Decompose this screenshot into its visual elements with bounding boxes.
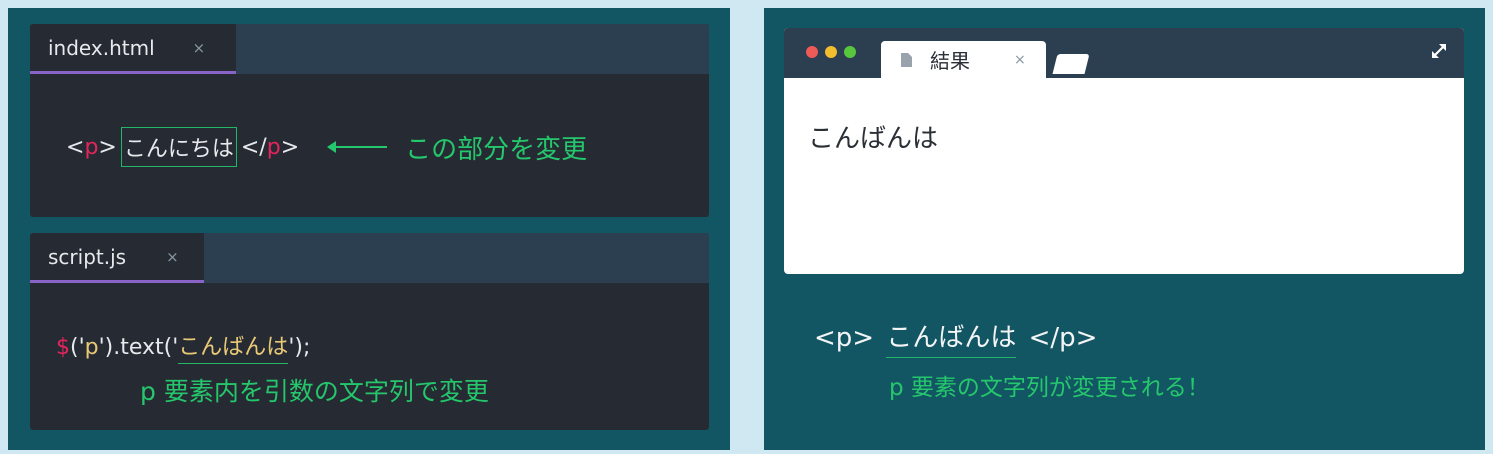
right-panel: 結果 × こんばんは <p> こんばんは </p> p 要素の文字列が変更される… [764, 8, 1485, 450]
browser-window: 結果 × こんばんは [784, 28, 1464, 274]
left-panel: index.html × < p > こんにちは </p > この部分を変更 scri… [8, 8, 730, 450]
js-annotation: p 要素内を引数の文字列で変更 [140, 377, 489, 406]
jquery-dollar: $ [56, 335, 70, 360]
highlighted-content: こんにちは [120, 127, 237, 167]
tag-name: p [266, 134, 281, 160]
left-arrow-icon [327, 141, 388, 153]
close-icon[interactable]: × [1014, 52, 1026, 68]
code-method: ').text(' [98, 335, 179, 360]
html-annotation: この部分を変更 [405, 134, 588, 165]
tag-bracket: > [98, 134, 117, 160]
tag-bracket: > [280, 134, 300, 160]
tab-label: index.html [48, 35, 155, 60]
argument-string: こんばんは [178, 335, 289, 364]
html-code-line: < p > こんにちは </p > この部分を変更 [66, 127, 587, 167]
new-tab-button[interactable] [1052, 54, 1090, 74]
close-icon[interactable]: × [166, 248, 179, 266]
js-editor: script.js × $('p').text('こんばんは'); p 要素内を… [30, 233, 709, 430]
code-punctuation: '); [288, 335, 311, 360]
tag-name: p [84, 134, 99, 160]
tag-bracket: < [66, 134, 85, 160]
tab-index-html[interactable]: index.html × [30, 24, 236, 74]
tab-script-js[interactable]: script.js × [30, 233, 204, 283]
close-window-dot[interactable] [806, 46, 818, 58]
minimize-window-dot[interactable] [825, 46, 837, 58]
tag-bracket: </ [240, 134, 267, 160]
result-annotation: p 要素の文字列が変更される！ [889, 375, 1210, 401]
browser-tab-title: 結果 [930, 49, 970, 73]
result-code-line: <p> こんばんは </p> [814, 317, 1098, 358]
result-open-tag: <p> [814, 323, 875, 353]
browser-content-text: こんばんは [808, 124, 939, 154]
selector-string: p [84, 335, 99, 360]
expand-icon[interactable] [1430, 42, 1448, 60]
tab-label: script.js [48, 244, 127, 269]
code-punctuation: (' [70, 335, 85, 360]
tab-result[interactable]: 結果 × [881, 41, 1046, 78]
result-close-tag: </p> [1028, 323, 1098, 353]
browser-titlebar: 結果 × [784, 28, 1464, 78]
js-editor-tabbar: script.js × [30, 233, 709, 283]
close-icon[interactable]: × [193, 39, 206, 57]
html-editor-tabbar: index.html × [30, 24, 709, 74]
html-editor: index.html × < p > こんにちは </p > この部分を変更 [30, 24, 709, 217]
result-text: こんばんは [886, 323, 1017, 358]
document-icon [901, 52, 912, 67]
maximize-window-dot[interactable] [844, 46, 856, 58]
js-code-line: $('p').text('こんばんは'); [56, 329, 311, 364]
